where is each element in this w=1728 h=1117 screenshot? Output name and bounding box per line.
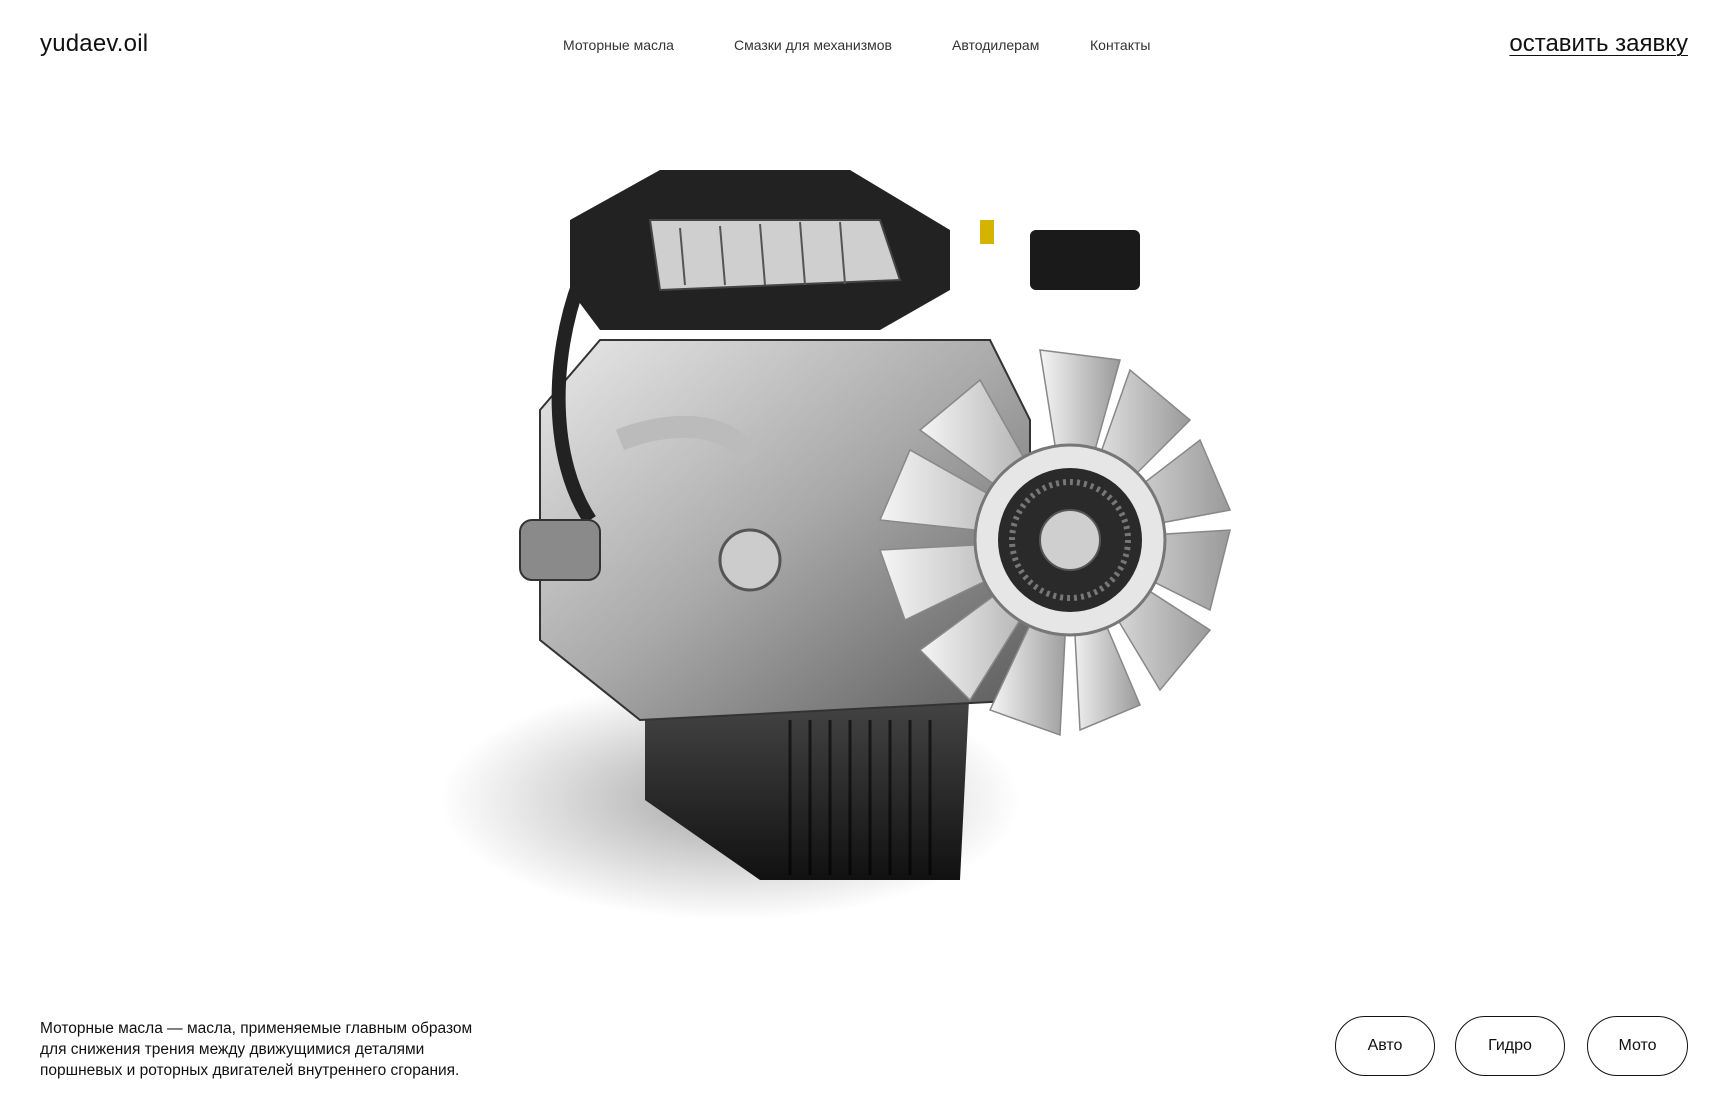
category-description: Моторные масла — масла, применяемые глав… xyxy=(40,1018,560,1081)
category-hydro-button[interactable]: Гидро xyxy=(1455,1016,1565,1076)
engine-image xyxy=(430,160,1270,920)
nav-item-contacts[interactable]: Контакты xyxy=(1090,37,1150,53)
description-line: поршневых и роторных двигателей внутренн… xyxy=(40,1062,460,1079)
site-header: yudaev.oil Моторные масла Смазки для мех… xyxy=(0,0,1728,90)
category-auto-button[interactable]: Авто xyxy=(1335,1016,1435,1076)
page: yudaev.oil Моторные масла Смазки для мех… xyxy=(0,0,1728,1117)
request-button[interactable]: оставить заявку xyxy=(1509,30,1688,58)
nav-item-greases[interactable]: Смазки для механизмов xyxy=(734,37,892,53)
logo[interactable]: yudaev.oil xyxy=(40,30,148,58)
description-line: Моторные масла — масла, применяемые глав… xyxy=(40,1020,473,1037)
description-line: для снижения трения между движущимися де… xyxy=(40,1041,425,1058)
nav-item-motor-oils[interactable]: Моторные масла xyxy=(563,37,674,53)
nav-item-dealers[interactable]: Автодилерам xyxy=(952,37,1039,53)
category-moto-button[interactable]: Мото xyxy=(1587,1016,1688,1076)
